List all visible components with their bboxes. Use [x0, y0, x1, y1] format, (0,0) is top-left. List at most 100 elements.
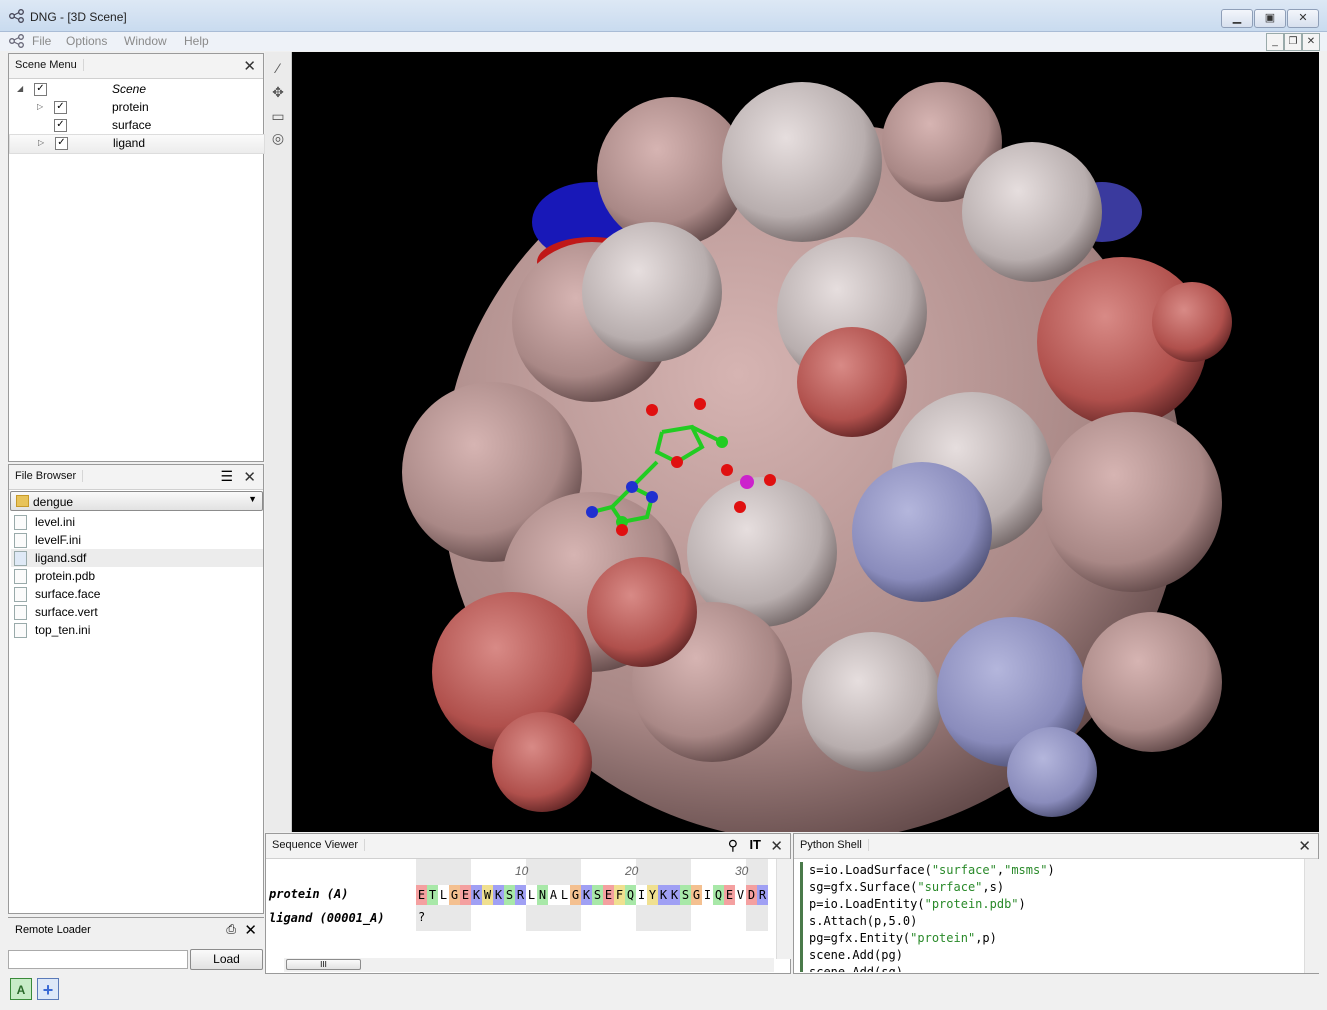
- close-icon[interactable]: ✕: [244, 921, 257, 939]
- protein-checkbox[interactable]: ✓: [54, 101, 67, 114]
- mdi-close-button[interactable]: ✕: [1302, 33, 1320, 51]
- tree-item-label: protein: [112, 100, 149, 114]
- close-icon[interactable]: ✕: [1298, 837, 1311, 855]
- surface-checkbox[interactable]: ✓: [54, 119, 67, 132]
- maximize-button[interactable]: ▣: [1254, 9, 1286, 28]
- selection-mode-button[interactable]: A: [10, 978, 32, 1000]
- collapsed-triangle-icon[interactable]: ▷: [38, 138, 44, 147]
- tree-item-protein[interactable]: ▷ ✓ protein: [9, 98, 263, 116]
- file-icon: [14, 551, 27, 566]
- tree-item-ligand[interactable]: ▷ ✓ ligand: [9, 134, 265, 154]
- menu-window[interactable]: Window: [124, 34, 167, 48]
- ligand-row-name: ligand (00001_A): [269, 911, 385, 925]
- ligand-checkbox[interactable]: ✓: [55, 137, 68, 150]
- remote-id-input[interactable]: [8, 950, 188, 969]
- sequence-residue[interactable]: W: [482, 885, 493, 905]
- sequence-residue[interactable]: I: [636, 885, 647, 905]
- add-button[interactable]: +: [37, 978, 59, 1000]
- sequence-residue[interactable]: K: [658, 885, 669, 905]
- minimize-button[interactable]: ▁: [1221, 9, 1253, 28]
- app-logo-icon: [9, 9, 25, 23]
- menu-file[interactable]: File: [32, 34, 51, 48]
- close-icon[interactable]: ✕: [770, 837, 783, 855]
- rotate-icon[interactable]: ◎: [269, 130, 287, 148]
- tree-item-label: ligand: [113, 136, 146, 150]
- file-icon: [14, 569, 27, 584]
- sequence-residue[interactable]: E: [603, 885, 614, 905]
- sequence-residue[interactable]: E: [460, 885, 471, 905]
- sequence-residue[interactable]: R: [757, 885, 768, 905]
- scroll-thumb[interactable]: III: [286, 959, 361, 970]
- sequence-vertical-scrollbar[interactable]: [776, 859, 791, 959]
- sequence-residue[interactable]: V: [735, 885, 746, 905]
- close-icon[interactable]: ✕: [243, 57, 256, 75]
- file-item[interactable]: levelF.ini: [11, 531, 263, 549]
- sequence-residue[interactable]: S: [504, 885, 515, 905]
- load-button[interactable]: Load: [190, 949, 263, 970]
- sequence-residue[interactable]: Q: [625, 885, 636, 905]
- sequence-grid[interactable]: 10 20 30 ETLGEKWKSRLNALGKSEFQIYKKSGIQEVD…: [416, 859, 776, 931]
- menu-help[interactable]: Help: [184, 34, 209, 48]
- menu-options[interactable]: Options: [66, 34, 107, 48]
- ruler-icon[interactable]: ▭: [269, 108, 287, 126]
- close-window-button[interactable]: ✕: [1287, 9, 1319, 28]
- search-icon[interactable]: ⚲: [728, 837, 738, 854]
- tree-item-scene[interactable]: ◢ ✓ Scene: [9, 80, 263, 98]
- file-item[interactable]: protein.pdb: [11, 567, 263, 585]
- expanded-triangle-icon[interactable]: ◢: [17, 84, 23, 93]
- tree-item-surface[interactable]: ✓ surface: [9, 116, 263, 134]
- sequence-residue[interactable]: S: [680, 885, 691, 905]
- ruler-10: 10: [515, 864, 529, 878]
- ligand-sequence[interactable]: ?: [418, 910, 425, 924]
- sequence-residue[interactable]: L: [526, 885, 537, 905]
- file-item[interactable]: level.ini: [11, 513, 263, 531]
- sequence-residue[interactable]: E: [724, 885, 735, 905]
- python-shell-console[interactable]: s=io.LoadSurface("surface","msms") sg=gfx…: [800, 862, 1300, 972]
- config-file-icon: [14, 623, 27, 638]
- dock-icon[interactable]: ⎙: [226, 922, 236, 937]
- sequence-residue[interactable]: K: [471, 885, 482, 905]
- sequence-residue[interactable]: E: [416, 885, 427, 905]
- sequence-residue[interactable]: A: [548, 885, 559, 905]
- file-item[interactable]: top_ten.ini: [11, 621, 263, 639]
- file-icon: [14, 605, 27, 620]
- file-browser-header: File Browser ☰ ✕: [9, 465, 263, 490]
- sequence-residue[interactable]: Y: [647, 885, 658, 905]
- sequence-residue[interactable]: S: [592, 885, 603, 905]
- config-file-icon: [14, 515, 27, 530]
- sequence-residue[interactable]: K: [669, 885, 680, 905]
- close-icon[interactable]: ✕: [243, 468, 256, 486]
- sequence-residue[interactable]: K: [493, 885, 504, 905]
- sequence-residue[interactable]: Q: [713, 885, 724, 905]
- scene-checkbox[interactable]: ✓: [34, 83, 47, 96]
- file-browser-panel: File Browser ☰ ✕ dengue ▼ level.ini leve…: [8, 464, 264, 914]
- file-item[interactable]: surface.face: [11, 585, 263, 603]
- file-item-selected[interactable]: ligand.sdf: [11, 549, 263, 567]
- sequence-residue[interactable]: G: [691, 885, 702, 905]
- protein-sequence-row[interactable]: ETLGEKWKSRLNALGKSEFQIYKKSGIQEVDR: [416, 885, 776, 905]
- mdi-restore-button[interactable]: ❐: [1284, 33, 1302, 51]
- sequence-residue[interactable]: L: [438, 885, 449, 905]
- text-size-icon[interactable]: IT: [749, 837, 761, 852]
- sequence-residue[interactable]: D: [746, 885, 757, 905]
- sequence-residue[interactable]: L: [559, 885, 570, 905]
- mdi-minimize-button[interactable]: _: [1266, 33, 1284, 51]
- shell-vertical-scrollbar[interactable]: [1304, 859, 1319, 973]
- sequence-residue[interactable]: T: [427, 885, 438, 905]
- sequence-residue[interactable]: K: [581, 885, 592, 905]
- sequence-residue[interactable]: G: [449, 885, 460, 905]
- folder-select[interactable]: dengue ▼: [10, 491, 263, 511]
- sequence-horizontal-scrollbar[interactable]: III: [284, 958, 774, 972]
- file-item[interactable]: surface.vert: [11, 603, 263, 621]
- file-name: protein.pdb: [35, 569, 96, 583]
- sequence-residue[interactable]: G: [570, 885, 581, 905]
- magic-wand-icon[interactable]: ⁄: [269, 60, 287, 78]
- collapsed-triangle-icon[interactable]: ▷: [37, 102, 43, 111]
- sequence-residue[interactable]: I: [702, 885, 713, 905]
- menu-lines-icon[interactable]: ☰: [220, 468, 233, 485]
- sequence-residue[interactable]: R: [515, 885, 526, 905]
- sequence-residue[interactable]: F: [614, 885, 625, 905]
- 3d-viewport[interactable]: [292, 52, 1319, 832]
- sequence-residue[interactable]: N: [537, 885, 548, 905]
- move-icon[interactable]: ✥: [269, 84, 287, 102]
